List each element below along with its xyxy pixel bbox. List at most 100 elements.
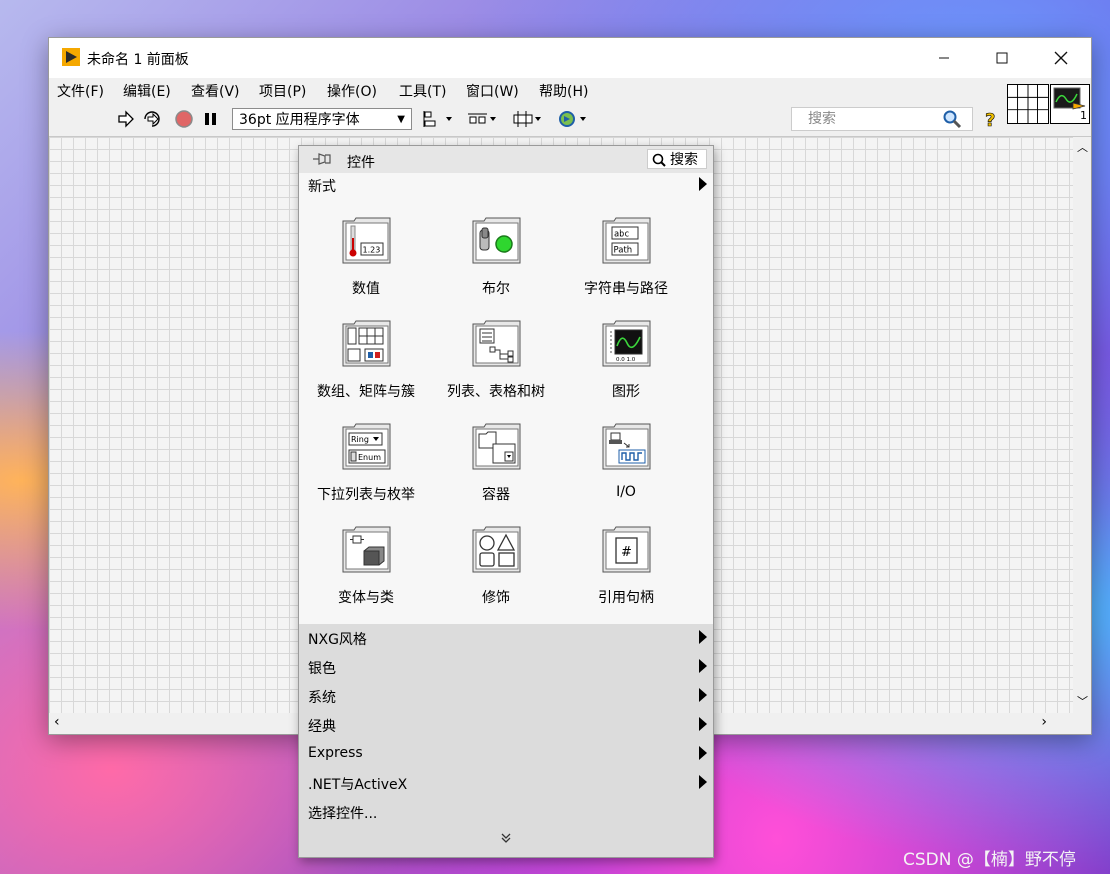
- palette-search-label: 搜索: [670, 152, 698, 168]
- labview-icon: [62, 48, 80, 66]
- category-nxg-style[interactable]: NXG风格: [299, 624, 713, 653]
- palette-header: 控件 搜索: [299, 146, 713, 173]
- control-label: 下拉列表与枚举: [317, 487, 415, 503]
- scroll-down-icon[interactable]: ﹀: [1077, 693, 1088, 709]
- menu-view[interactable]: 查看(V): [191, 81, 240, 101]
- category-list: NXG风格 银色 系统 经典 Express .NET与ActiveX 选择控件…: [299, 624, 713, 857]
- path-icon-text: Path: [614, 246, 633, 256]
- ring-icon-text: Ring: [351, 435, 369, 444]
- expand-arrow-icon: [699, 177, 707, 191]
- boolean-control[interactable]: 布尔: [431, 206, 561, 306]
- io-icon: [602, 423, 651, 470]
- font-selector[interactable]: 36pt 应用程序字体 ▼: [232, 108, 412, 130]
- search-icon: [652, 153, 666, 167]
- align-objects-icon[interactable]: [423, 109, 455, 129]
- category-modern[interactable]: 新式: [299, 171, 713, 200]
- control-label: 列表、表格和树: [447, 384, 545, 400]
- menu-file[interactable]: 文件(F): [57, 81, 104, 101]
- category-label: 经典: [308, 719, 336, 735]
- distribute-objects-icon[interactable]: [467, 109, 499, 129]
- container-icon: [472, 423, 521, 470]
- array-matrix-cluster-control[interactable]: 数组、矩阵与簇: [301, 309, 431, 409]
- control-label: 引用句柄: [598, 590, 654, 606]
- enum-icon-text: Enum: [358, 453, 381, 462]
- maximize-icon: [996, 52, 1008, 64]
- abort-icon[interactable]: [174, 109, 194, 129]
- numeric-icon: 1.23: [342, 217, 391, 264]
- terminal-number: 1: [1080, 109, 1087, 122]
- io-control[interactable]: I/O: [561, 412, 691, 512]
- refnum-icon-text: #: [621, 545, 632, 560]
- palette-search-button[interactable]: 搜索: [647, 149, 707, 169]
- ring-enum-control[interactable]: Ring Enum 下拉列表与枚举: [301, 412, 431, 512]
- container-control[interactable]: 容器: [431, 412, 561, 512]
- search-icon[interactable]: [942, 109, 962, 129]
- graph-icon: 0.0 1.0: [602, 320, 651, 367]
- graph-control[interactable]: 0.0 1.0 图形: [561, 309, 691, 409]
- list-table-tree-control[interactable]: 列表、表格和树: [431, 309, 561, 409]
- window-title: 未命名 1 前面板: [87, 52, 189, 68]
- control-label: 图形: [612, 384, 640, 400]
- maximize-button[interactable]: [973, 38, 1031, 78]
- menu-operate[interactable]: 操作(O): [327, 81, 377, 101]
- pin-icon[interactable]: [311, 151, 333, 167]
- toolbar: 36pt 应用程序字体 ▼ 搜索 ?: [49, 102, 1091, 137]
- array-matrix-cluster-icon: [342, 320, 391, 367]
- string-icon-text: abc: [614, 230, 629, 240]
- select-controls-label: 选择控件...: [308, 806, 378, 822]
- font-value: 36pt 应用程序字体: [239, 112, 360, 128]
- string-path-icon: abc Path: [602, 217, 651, 264]
- close-button[interactable]: [1032, 38, 1090, 78]
- control-grid: 1.23 数值 布尔 abc Path 字符串与路径 数组、矩阵与簇 列表、表格…: [299, 202, 713, 624]
- context-help-icon[interactable]: ?: [980, 109, 1000, 129]
- menu-tools[interactable]: 工具(T): [399, 81, 446, 101]
- variant-class-icon: [342, 526, 391, 573]
- dropdown-arrow-icon: ▼: [397, 114, 405, 125]
- category-dotnet-activex[interactable]: .NET与ActiveX: [299, 769, 713, 798]
- menu-bar: 文件(F) 编辑(E) 查看(V) 项目(P) 操作(O) 工具(T) 窗口(W…: [49, 78, 1091, 102]
- category-label: 系统: [308, 690, 336, 706]
- connector-pane-icon[interactable]: [1007, 84, 1049, 124]
- graph-icon-text: 0.0 1.0: [616, 357, 636, 363]
- select-controls-item[interactable]: 选择控件...: [299, 798, 713, 827]
- menu-window[interactable]: 窗口(W): [466, 81, 519, 101]
- svg-text:?: ?: [985, 110, 995, 129]
- string-path-control[interactable]: abc Path 字符串与路径: [561, 206, 691, 306]
- run-continuously-icon[interactable]: [142, 109, 162, 129]
- vi-icon[interactable]: 1: [1050, 84, 1090, 124]
- category-label: .NET与ActiveX: [308, 777, 408, 793]
- category-express[interactable]: Express: [299, 740, 713, 769]
- boolean-icon: [472, 217, 521, 264]
- refnum-icon: #: [602, 526, 651, 573]
- scroll-up-icon[interactable]: ︿: [1077, 139, 1088, 155]
- vertical-scrollbar[interactable]: ︿ ﹀: [1073, 137, 1091, 713]
- numeric-icon-text: 1.23: [363, 246, 381, 255]
- minimize-button[interactable]: [915, 38, 973, 78]
- close-icon: [1054, 51, 1068, 65]
- watermark-text: CSDN @【楠】野不停: [903, 850, 1076, 870]
- pause-icon[interactable]: [201, 109, 221, 129]
- numeric-control[interactable]: 1.23 数值: [301, 206, 431, 306]
- category-label: NXG风格: [308, 632, 367, 648]
- resize-objects-icon[interactable]: [512, 109, 544, 129]
- control-label: 变体与类: [338, 590, 394, 606]
- palette-title: 控件: [347, 155, 375, 171]
- menu-project[interactable]: 项目(P): [259, 81, 306, 101]
- expand-arrow-icon: [699, 630, 707, 644]
- scroll-left-icon[interactable]: ‹: [54, 714, 60, 730]
- reorder-icon[interactable]: [557, 109, 589, 129]
- category-label: Express: [308, 745, 363, 761]
- decorations-control[interactable]: 修饰: [431, 515, 561, 615]
- scroll-right-icon[interactable]: ›: [1041, 714, 1047, 730]
- category-classic[interactable]: 经典: [299, 711, 713, 740]
- category-silver[interactable]: 银色: [299, 653, 713, 682]
- refnum-control[interactable]: # 引用句柄: [561, 515, 691, 615]
- expand-arrow-icon: [699, 717, 707, 731]
- variant-class-control[interactable]: 变体与类: [301, 515, 431, 615]
- category-system[interactable]: 系统: [299, 682, 713, 711]
- menu-help[interactable]: 帮助(H): [539, 81, 588, 101]
- decorations-icon: [472, 526, 521, 573]
- run-arrow-icon[interactable]: [116, 109, 136, 129]
- menu-edit[interactable]: 编辑(E): [123, 81, 171, 101]
- chevron-double-down-icon[interactable]: [499, 831, 513, 845]
